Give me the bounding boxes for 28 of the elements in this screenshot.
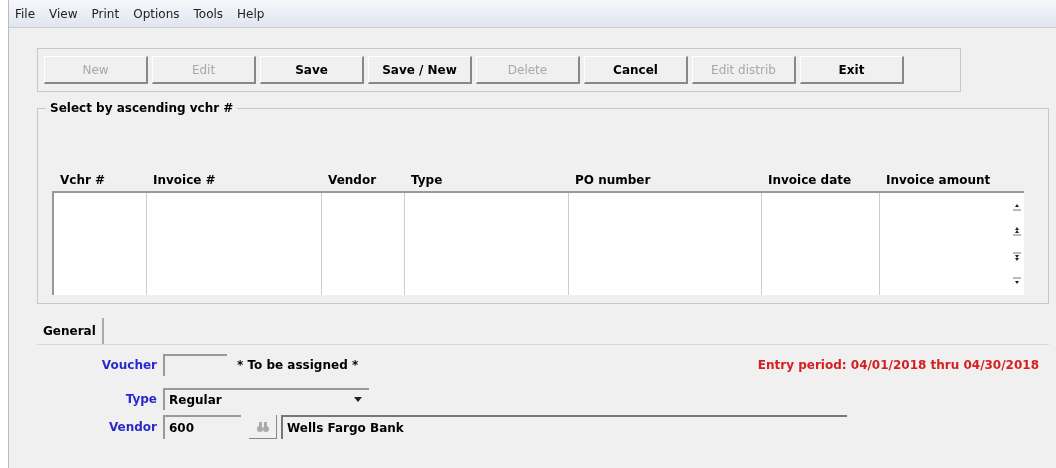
toolbar-button[interactable]: Cancel (584, 56, 688, 84)
toolbar-button[interactable]: Save (260, 56, 364, 84)
binoculars-icon[interactable] (249, 415, 277, 439)
field-label: Voucher (100, 357, 158, 374)
menu-item[interactable]: Tools (191, 4, 226, 23)
column-header: Type (410, 172, 444, 189)
entry-period: Entry period: 04/01/2018 thru 04/30/2018 (757, 357, 1039, 374)
column-header: Invoice amount (885, 172, 992, 189)
vendor-name-field: Wells Fargo Bank (281, 415, 847, 439)
column-header: Invoice # (152, 172, 217, 189)
menu-item[interactable]: View (47, 4, 80, 23)
field-label: Type (124, 391, 158, 408)
group-title: Select by ascending vchr # (46, 99, 238, 117)
toolbar-button[interactable]: Exit (800, 56, 904, 84)
toolbar-button[interactable]: Save / New (368, 56, 472, 84)
menu-item[interactable]: Help (235, 4, 267, 23)
field-label: Vendor (107, 419, 158, 436)
column-header: PO number (574, 172, 652, 189)
column-header: Vchr # (59, 172, 107, 189)
column-header: Vendor (327, 172, 378, 189)
menu-item[interactable]: Options (131, 4, 182, 23)
column-header: Invoice date (767, 172, 853, 189)
menu-item[interactable]: Print (89, 4, 122, 23)
menu-item[interactable]: File (13, 4, 38, 23)
type-dropdown[interactable]: Regular (163, 388, 369, 410)
vendor-field[interactable]: 600 (163, 415, 241, 439)
assign-note: * To be assigned * (237, 357, 359, 374)
dropdown-arrow-icon (353, 397, 363, 403)
